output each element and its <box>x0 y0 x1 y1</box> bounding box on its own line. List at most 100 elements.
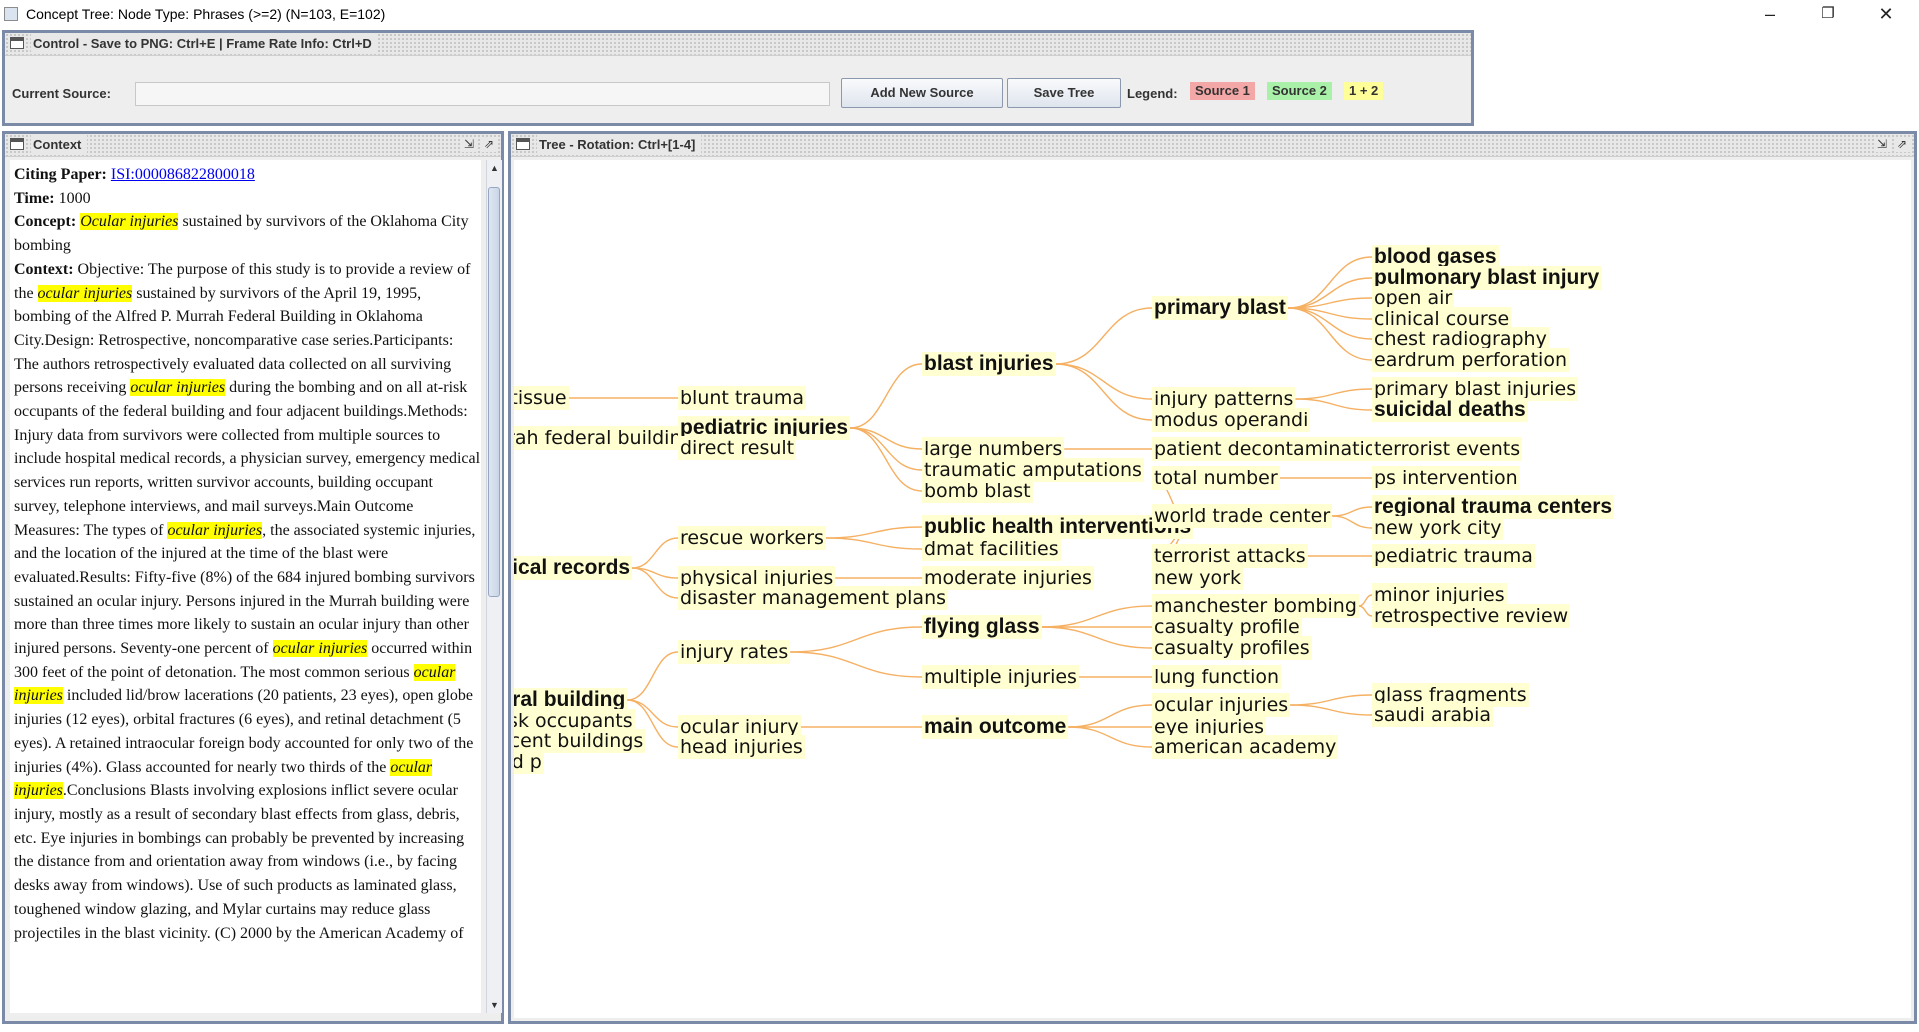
tree-node-rescue[interactable]: rescue workers <box>678 526 826 550</box>
context-frame: Context ⇲ ⇗ Citing Paper: ISI:0000868228… <box>2 131 504 1024</box>
tree-node-new-york[interactable]: new york <box>1152 566 1243 590</box>
legend-source-2: Source 2 <box>1267 82 1332 100</box>
tree-node-alfred[interactable]: alfred p <box>514 750 544 774</box>
tree-node-blast-inj[interactable]: blast injuries <box>922 352 1056 376</box>
tree-node-head[interactable]: head injuries <box>678 735 805 759</box>
time-label: Time: <box>14 189 55 207</box>
tree-node-injury-rates[interactable]: injury rates <box>678 640 791 664</box>
tree-node-wtc[interactable]: world trade center <box>1152 504 1333 528</box>
tree-frame: Tree - Rotation: Ctrl+[1-4] ⇲ ⇗ ingsoft … <box>508 131 1917 1024</box>
tree-edge <box>850 363 923 429</box>
tree-node-moderate[interactable]: moderate injuries <box>922 566 1094 590</box>
tree-edge <box>1068 726 1153 748</box>
tree-node-bomb-blast[interactable]: bomb blast <box>922 479 1033 503</box>
restore-icon[interactable]: ❐ <box>1799 0 1857 28</box>
control-frame-title: Control - Save to PNG: Ctrl+E | Frame Ra… <box>31 34 378 53</box>
tree-edge <box>1358 594 1373 607</box>
tree-canvas[interactable]: ingsoft tissuemurrah federal buildingmed… <box>514 160 1911 1018</box>
frame-icon <box>10 37 24 49</box>
scroll-down-icon[interactable]: ▼ <box>487 997 502 1013</box>
tree-node-primary-blast[interactable]: primary blast <box>1152 296 1288 320</box>
scroll-up-icon[interactable]: ▲ <box>487 160 502 176</box>
minimize-frame-icon[interactable]: ⇲ <box>1874 137 1890 152</box>
tree-node-patient-decon[interactable]: patient decontamination <box>1152 437 1391 461</box>
maximize-frame-icon[interactable]: ⇗ <box>1894 137 1910 152</box>
tree-node-direct[interactable]: direct result <box>678 436 797 460</box>
highlighted-term: ocular injuries <box>130 379 226 397</box>
tree-node-ps[interactable]: ps intervention <box>1372 466 1520 490</box>
tree-edge <box>1332 506 1373 517</box>
tree-edge <box>1055 363 1153 400</box>
minimize-frame-icon[interactable]: ⇲ <box>461 137 477 152</box>
tree-edge <box>790 626 923 653</box>
close-icon[interactable]: ✕ <box>1857 0 1915 28</box>
tree-edge <box>850 427 923 450</box>
highlighted-term: ocular injuries <box>167 521 263 539</box>
context-segment: during the bombing and on all at-risk oc… <box>14 379 481 539</box>
add-new-source-button[interactable]: Add New Source <box>841 78 1003 108</box>
tree-edge <box>1295 388 1373 400</box>
tree-node-ocular-injuries[interactable]: ocular injuries <box>1152 693 1291 717</box>
tree-frame-title: Tree - Rotation: Ctrl+[1-4] <box>537 135 702 154</box>
maximize-frame-icon[interactable]: ⇗ <box>481 137 497 152</box>
control-frame: Control - Save to PNG: Ctrl+E | Frame Ra… <box>2 30 1474 126</box>
tree-node-multiple[interactable]: multiple injuries <box>922 665 1079 689</box>
tree-node-casualty-profiles[interactable]: casualty profiles <box>1152 636 1312 660</box>
tree-edge <box>1332 515 1373 529</box>
context-text: Objective: The purpose of this study is … <box>14 261 480 942</box>
tree-edge <box>1290 704 1373 716</box>
tree-node-retro[interactable]: retrospective review <box>1372 604 1571 628</box>
tree-node-terrorist-events[interactable]: terrorist events <box>1372 437 1523 461</box>
time-line: Time: 1000 <box>14 187 481 211</box>
tree-node-american[interactable]: american academy <box>1152 735 1339 759</box>
tree-edge <box>825 526 923 539</box>
tree-node-flying[interactable]: flying glass <box>922 615 1042 639</box>
tree-edge <box>850 427 923 492</box>
tree-edge <box>1068 704 1153 728</box>
concept-label: Concept: <box>14 213 77 231</box>
concept-line: Concept: Ocular injuries sustained by su… <box>14 210 481 257</box>
tree-edge <box>1055 363 1153 421</box>
tree-node-blunt[interactable]: blunt trauma <box>678 386 807 410</box>
tree-edge <box>632 537 679 569</box>
tree-edge <box>790 651 923 678</box>
context-scrollbar[interactable]: ▲ ▼ <box>486 160 502 1013</box>
tree-node-disaster[interactable]: disaster management plans <box>678 586 949 610</box>
citing-paper-link[interactable]: ISI:000086822800018 <box>111 166 255 183</box>
tree-node-terrorist-attacks[interactable]: terrorist attacks <box>1152 544 1308 568</box>
control-frame-header: Control - Save to PNG: Ctrl+E | Frame Ra… <box>5 33 1471 56</box>
window-titlebar: Concept Tree: Node Type: Phrases (>=2) (… <box>0 0 1919 28</box>
scroll-thumb[interactable] <box>488 187 500 597</box>
time-value: 1000 <box>58 189 91 207</box>
tree-edge <box>850 427 923 471</box>
concept-highlight: Ocular injuries <box>80 213 179 231</box>
legend-label: Legend: <box>1127 86 1178 101</box>
save-tree-button[interactable]: Save Tree <box>1007 78 1121 108</box>
citing-paper-line: Citing Paper: ISI:000086822800018 <box>14 163 481 187</box>
legend-source-1: Source 1 <box>1190 82 1255 100</box>
context-paragraph: Context: Objective: The purpose of this … <box>14 258 481 945</box>
tree-node-soft-tissue[interactable]: soft tissue <box>514 386 569 410</box>
tree-node-dmat[interactable]: dmat facilities <box>922 537 1061 561</box>
tree-node-nyc[interactable]: new york city <box>1372 516 1504 540</box>
tree-node-medical-records[interactable]: medical records <box>514 556 633 580</box>
current-source-field[interactable] <box>135 82 830 106</box>
tree-node-murrah[interactable]: murrah federal building <box>514 426 696 450</box>
context-segment: , the associated systemic injuries, and … <box>14 521 476 658</box>
tree-node-lung[interactable]: lung function <box>1152 665 1282 689</box>
legend-source-both: 1 + 2 <box>1344 82 1384 100</box>
tree-node-ped-trauma[interactable]: pediatric trauma <box>1372 544 1535 568</box>
tree-node-total[interactable]: total number <box>1152 466 1280 490</box>
minimize-icon[interactable]: – <box>1741 0 1799 28</box>
tree-edge <box>1041 605 1153 628</box>
tree-node-saudi[interactable]: saudi arabia <box>1372 703 1494 727</box>
tree-node-modus[interactable]: modus operandi <box>1152 408 1311 432</box>
frame-icon <box>516 138 530 150</box>
context-frame-title: Context <box>31 135 88 154</box>
frame-icon <box>10 138 24 150</box>
tree-node-eardrum[interactable]: eardrum perforation <box>1372 348 1569 372</box>
tree-edge <box>1287 256 1373 309</box>
tree-node-suicidal[interactable]: suicidal deaths <box>1372 398 1528 422</box>
tree-node-main-outcome[interactable]: main outcome <box>922 715 1069 739</box>
context-frame-header: Context ⇲ ⇗ <box>5 134 501 157</box>
